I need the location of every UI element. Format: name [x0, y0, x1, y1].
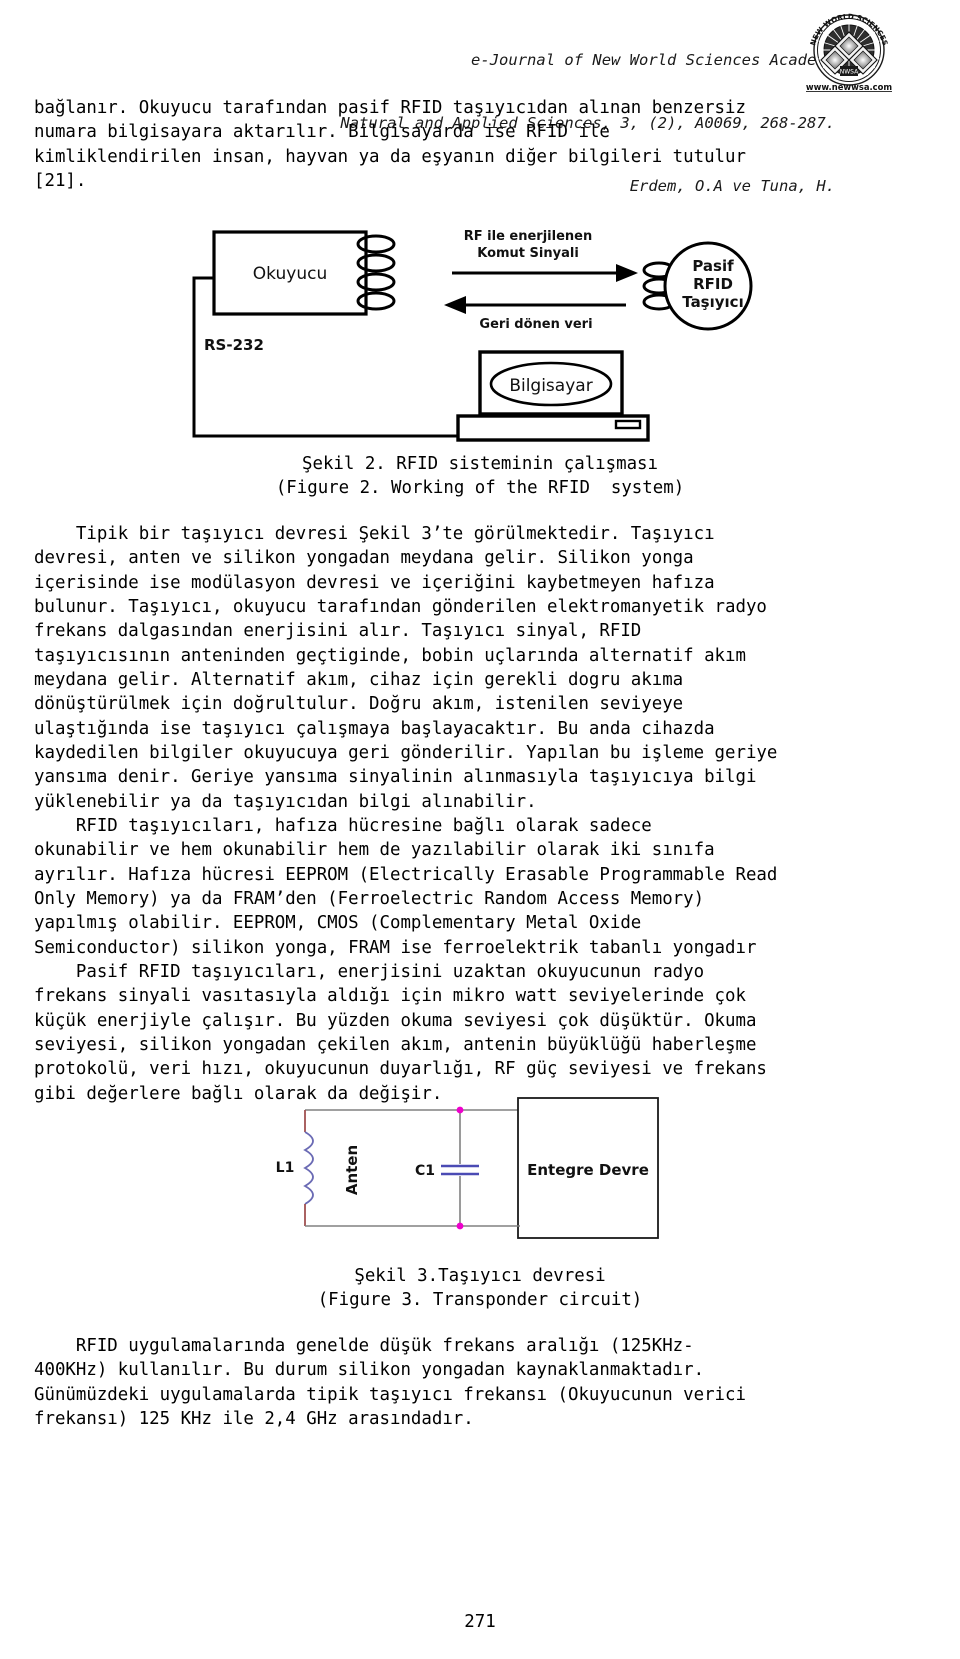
figure2-svg: L1 Anten C1 Entegre Devre: [276, 1097, 659, 1239]
seal-svg: NWSA NEW WORLD SCIENCES www.newwsa.com: [806, 12, 893, 92]
text-line: [21].: [34, 171, 87, 192]
text-line: frekansı) 125 KHz ile 2,4 GHz arasındadı…: [34, 1409, 474, 1430]
seal-center-label: NWSA: [840, 69, 859, 76]
computer-label: Bilgisayar: [509, 376, 592, 396]
paragraph-2: Tipik bir taşıyıcı devresi Şekil 3’te gö…: [34, 522, 924, 814]
figure-rfid-system: Okuyucu RF ile enerjilenen Komut Sinyali…: [176, 218, 776, 448]
text-line: Günümüzdeki uygulamalarda tipik taşıyıcı…: [34, 1384, 746, 1405]
text-line: Only Memory) ya da FRAM’den (Ferroelectr…: [34, 889, 705, 910]
text-line: Pasif RFID taşıyıcıları, enerjisini uzak…: [34, 962, 705, 982]
text-line: kimliklendirilen insan, hayvan ya da eşy…: [34, 146, 746, 167]
text-line: yapılmış olabilir. EEPROM, CMOS (Complem…: [34, 913, 642, 934]
text-line: kaydedilen bilgiler okuyucuya geri gönde…: [34, 743, 778, 764]
forward-signal-label-2: Komut Sinyali: [477, 246, 579, 261]
text-line: numara bilgisayara aktarılır. Bilgisayar…: [34, 122, 610, 143]
tag-label-1: Pasif: [692, 257, 734, 275]
paragraph-4: Pasif RFID taşıyıcıları, enerjisini uzak…: [34, 960, 924, 1106]
text-line: içerisinde ise modülasyon devresi ve içe…: [34, 572, 715, 593]
text-line: protokolü, veri hızı, okuyucunun duyarlı…: [34, 1059, 767, 1080]
inductor-coil-icon: [303, 1131, 314, 1205]
text-line: Semiconductor) silikon yonga, FRAM ise f…: [34, 937, 757, 958]
figure2-caption-en: (Figure 3. Transponder circuit): [317, 1290, 643, 1310]
text-line: dönüştürülmek için doğrultulur. Doğru ak…: [34, 694, 684, 715]
text-line: yansıma denir. Geriye yansıma sinyalinin…: [34, 767, 757, 788]
figure2-caption-tr: Şekil 3.Taşıyıcı devresi: [354, 1266, 606, 1286]
figure-transponder-circuit: L1 Anten C1 Entegre Devre: [265, 1092, 665, 1257]
text-line: bulunur. Taşıyıcı, okuyucu tarafından gö…: [34, 597, 767, 618]
return-arrow-head: [444, 296, 466, 314]
capacitor-label: C1: [415, 1163, 435, 1179]
text-line: taşıyıcısının anteninden geçtiginde, bob…: [34, 645, 746, 666]
paragraph-3: RFID taşıyıcıları, hafıza hücresine bağl…: [34, 814, 924, 960]
text-line: ayrılır. Hafıza hücresi EEPROM (Electric…: [34, 864, 778, 885]
forward-arrow-head: [616, 264, 638, 282]
junction-node-bottom: [456, 1222, 464, 1230]
text-line: bağlanır. Okuyucu tarafından pasif RFID …: [34, 98, 746, 118]
tag-label-3: Taşıyıcı: [682, 293, 743, 311]
page-number: 271: [464, 1612, 496, 1632]
tag-label-2: RFID: [693, 275, 733, 293]
integrated-circuit-label: Entegre Devre: [527, 1161, 649, 1179]
text-line: Tipik bir taşıyıcı devresi Şekil 3’te gö…: [34, 524, 715, 544]
junction-node-top: [456, 1106, 464, 1114]
forward-signal-label-1: RF ile enerjilenen: [464, 229, 592, 244]
drive-slot-icon: [614, 419, 642, 430]
antenna-label: Anten: [343, 1145, 361, 1195]
journal-title: e-Journal of New World Sciences Academy: [471, 51, 835, 69]
rs232-label: RS-232: [204, 336, 264, 354]
journal-seal-logo: NWSA NEW WORLD SCIENCES www.newwsa.com: [806, 10, 893, 94]
text-line: ulaştığında ise taşıyıcı çalışmaya başla…: [34, 718, 715, 739]
seal-url: www.newwsa.com: [806, 82, 892, 92]
reader-label: Okuyucu: [253, 264, 327, 284]
text-line: frekans sinyali vasıtasıyla aldığı için …: [34, 986, 746, 1007]
document-page: e-Journal of New World Sciences Academy …: [0, 0, 960, 1659]
text-line: RFID uygulamalarında genelde düşük freka…: [34, 1336, 694, 1356]
text-line: okunabilir ve hem okunabilir hem de yazı…: [34, 840, 715, 861]
paragraph-5: RFID uygulamalarında genelde düşük freka…: [34, 1334, 924, 1431]
page-header: e-Journal of New World Sciences Academy …: [0, 8, 960, 195]
figure1-svg: Okuyucu RF ile enerjilenen Komut Sinyali…: [192, 229, 753, 442]
text-line: küçük enerjiyle çalışır. Bu yüzden okuma…: [34, 1010, 757, 1031]
text-line: frekans dalgasından enerjisini alır. Taş…: [34, 621, 642, 642]
text-line: seviyesi, silikon yongadan çekilen akım,…: [34, 1035, 757, 1056]
text-line: meydana gelir. Alternatif akım, cihaz iç…: [34, 670, 684, 691]
text-line: yüklenebilir ya da taşıyıcıdan bilgi alı…: [34, 791, 537, 812]
return-signal-label: Geri dönen veri: [479, 317, 592, 332]
text-line: RFID taşıyıcıları, hafıza hücresine bağl…: [34, 816, 652, 836]
inductor-label: L1: [276, 1160, 295, 1176]
paragraph-1: bağlanır. Okuyucu tarafından pasif RFID …: [34, 96, 924, 193]
figure1-caption-en: (Figure 2. Working of the RFID system): [275, 478, 685, 498]
text-line: 400KHz) kullanılır. Bu durum silikon yon…: [34, 1360, 705, 1381]
figure1-caption-tr: Şekil 2. RFID sisteminin çalışması: [302, 454, 658, 474]
text-line: devresi, anten ve silikon yongadan meyda…: [34, 548, 694, 569]
